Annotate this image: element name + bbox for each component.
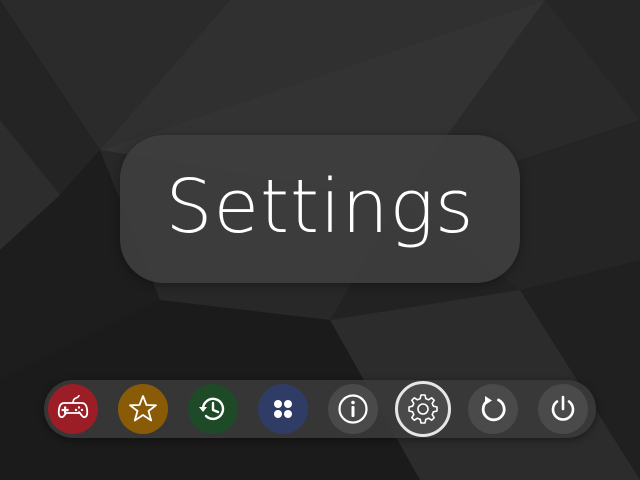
dock-button-history[interactable] <box>188 384 238 434</box>
dock-button-favorites[interactable] <box>118 384 168 434</box>
page-title: Settings <box>165 164 475 250</box>
dock-button-restart[interactable] <box>468 384 518 434</box>
history-icon <box>199 397 225 421</box>
power-icon <box>551 395 575 421</box>
title-card: Settings <box>120 135 520 283</box>
main-screen: Settings <box>0 0 640 480</box>
gamepad-icon <box>57 394 89 419</box>
gear-icon <box>408 394 438 424</box>
info-icon <box>338 394 368 424</box>
dock-button-settings[interactable] <box>395 381 451 437</box>
bottom-dock <box>44 380 596 438</box>
star-icon <box>129 395 157 422</box>
grid-dots-icon <box>274 400 292 418</box>
dock-button-info[interactable] <box>328 384 378 434</box>
restart-icon <box>481 396 506 422</box>
dock-button-games[interactable] <box>48 384 98 434</box>
dock-button-power[interactable] <box>538 384 588 434</box>
dock-button-collections[interactable] <box>258 384 308 434</box>
